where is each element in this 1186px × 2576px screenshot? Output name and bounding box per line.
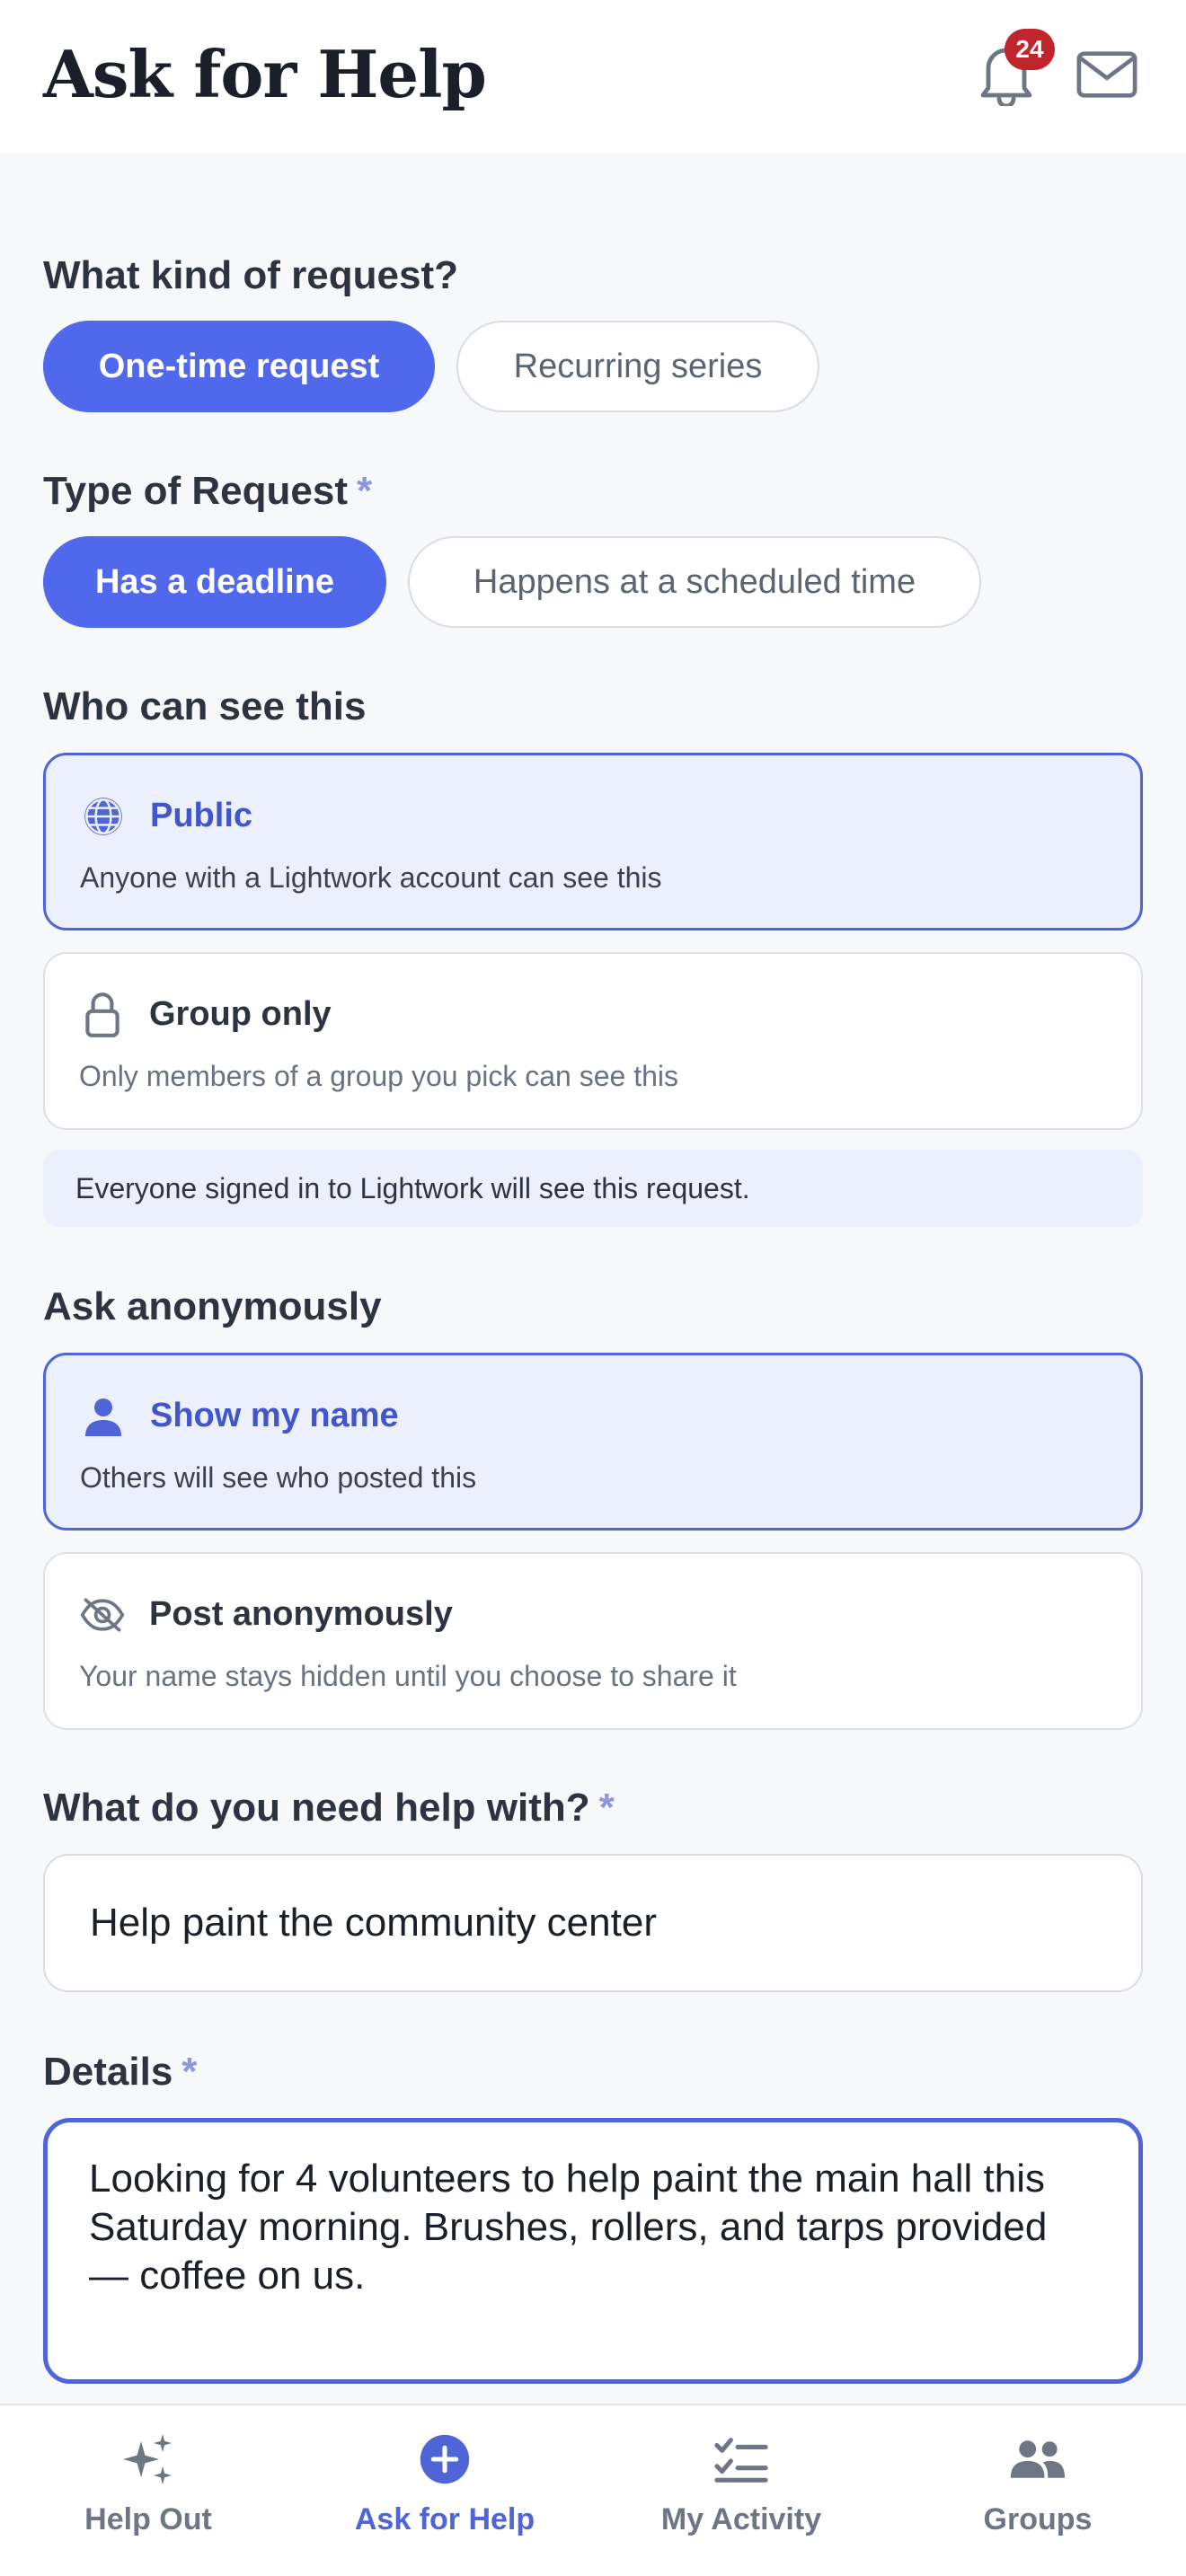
- tab-my-activity-label: My Activity: [660, 2502, 822, 2536]
- details-label: Details *: [43, 2050, 197, 2095]
- details-label-text: Details: [43, 2050, 173, 2094]
- anonymity-label: Ask anonymously: [43, 1284, 382, 1328]
- scheduled-time-option[interactable]: Happens at a scheduled time: [408, 536, 981, 628]
- tab-groups-label: Groups: [983, 2502, 1093, 2536]
- visibility-group-title: Group only: [149, 995, 332, 1033]
- bottom-tab-bar: Help Out Ask for Help My Activity Groups: [0, 2404, 1186, 2576]
- visibility-public-card[interactable]: Public Anyone with a Lightwork account c…: [43, 753, 1143, 931]
- show-name-card[interactable]: Show my name Others will see who posted …: [43, 1353, 1143, 1531]
- visibility-group-description: Only members of a group you pick can see…: [79, 1060, 678, 1092]
- request-type-label: Type of Request *: [43, 469, 372, 514]
- mail-icon[interactable]: [1075, 47, 1139, 102]
- tab-ask-for-help-label: Ask for Help: [354, 2502, 535, 2536]
- plus-circle-icon: [416, 2430, 474, 2488]
- app-header: Ask for Help 24: [0, 0, 1186, 153]
- checklist-icon: [712, 2430, 770, 2488]
- person-icon: [80, 1393, 127, 1440]
- post-anonymously-description: Your name stays hidden until you choose …: [79, 1660, 737, 1692]
- visibility-label: Who can see this: [43, 684, 367, 728]
- required-mark: *: [181, 2050, 198, 2094]
- visibility-note: Everyone signed in to Lightwork will see…: [43, 1150, 1143, 1227]
- need-label: What do you need help with? *: [43, 1786, 615, 1831]
- page-title: Ask for Help: [43, 36, 487, 112]
- show-name-title: Show my name: [150, 1397, 399, 1434]
- post-anonymously-title: Post anonymously: [149, 1595, 453, 1633]
- notification-badge: 24: [1005, 29, 1055, 70]
- request-kind-label: What kind of request?: [43, 253, 458, 297]
- tab-help-out-label: Help Out: [84, 2502, 212, 2536]
- post-anonymously-card[interactable]: Post anonymously Your name stays hidden …: [43, 1552, 1143, 1730]
- tab-groups[interactable]: Groups: [890, 2405, 1186, 2576]
- visibility-group-card[interactable]: Group only Only members of a group you p…: [43, 952, 1143, 1130]
- tab-help-out[interactable]: Help Out: [0, 2405, 296, 2576]
- has-deadline-option[interactable]: Has a deadline: [43, 536, 386, 628]
- visibility-public-description: Anyone with a Lightwork account can see …: [80, 861, 662, 894]
- one-time-request-option[interactable]: One-time request: [43, 321, 435, 412]
- show-name-description: Others will see who posted this: [80, 1461, 477, 1494]
- tab-my-activity[interactable]: My Activity: [593, 2405, 890, 2576]
- lock-icon: [79, 992, 126, 1038]
- need-input[interactable]: Help paint the community center: [43, 1854, 1143, 1992]
- request-type-label-text: Type of Request: [43, 469, 349, 513]
- required-mark: *: [598, 1786, 615, 1830]
- people-icon: [1009, 2430, 1067, 2488]
- eye-off-icon: [79, 1592, 126, 1638]
- visibility-public-title: Public: [150, 797, 253, 834]
- tab-ask-for-help[interactable]: Ask for Help: [296, 2405, 593, 2576]
- need-label-text: What do you need help with?: [43, 1786, 590, 1830]
- recurring-series-option[interactable]: Recurring series: [456, 321, 819, 412]
- details-textarea[interactable]: Looking for 4 volunteers to help paint t…: [43, 2118, 1143, 2384]
- sparkles-icon: [119, 2430, 177, 2488]
- globe-icon: [80, 793, 127, 840]
- required-mark: *: [357, 469, 373, 513]
